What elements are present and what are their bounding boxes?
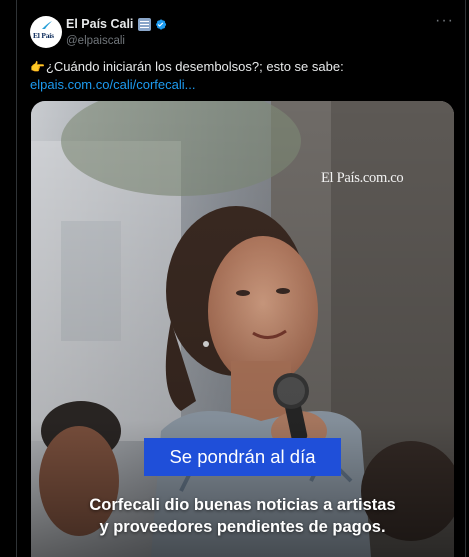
news-badge-icon — [138, 17, 152, 31]
tweet-link[interactable]: elpais.com.co/cali/corfecali... — [30, 76, 450, 94]
display-name[interactable]: El País Cali — [66, 17, 133, 31]
handle[interactable]: @elpaiscali — [66, 35, 125, 47]
avatar-logo-text: El País — [33, 31, 54, 40]
caption-line-1: Corfecali dio buenas noticias a artistas — [89, 496, 396, 514]
timeline-border-right — [465, 0, 466, 557]
tweet-body: ¿Cuándo iniciarán los desembolsos?; esto… — [45, 59, 344, 74]
timeline-border-left — [16, 0, 17, 557]
verified-badge-icon — [156, 19, 167, 29]
tweet-media-image[interactable]: El País.com.co Se pondrán al día Corfeca… — [31, 101, 454, 557]
avatar[interactable]: El País — [30, 16, 62, 48]
caption-line-2: y proveedores pendientes de pagos. — [99, 518, 386, 536]
headline-badge: Se pondrán al día — [144, 438, 341, 476]
watermark: El País.com.co — [321, 170, 404, 186]
pointing-hand-emoji: 👉 — [30, 60, 45, 74]
logo-swoosh-icon — [42, 21, 52, 29]
tweet-text: 👉¿Cuándo iniciarán los desembolsos?; est… — [30, 58, 450, 94]
name-row: El País Cali — [66, 17, 167, 31]
image-caption: Corfecali dio buenas noticias a artistas… — [31, 494, 454, 538]
tweet-header: El País El País Cali @elpaiscali ··· — [30, 13, 460, 50]
more-options-icon[interactable]: ··· — [435, 13, 454, 29]
